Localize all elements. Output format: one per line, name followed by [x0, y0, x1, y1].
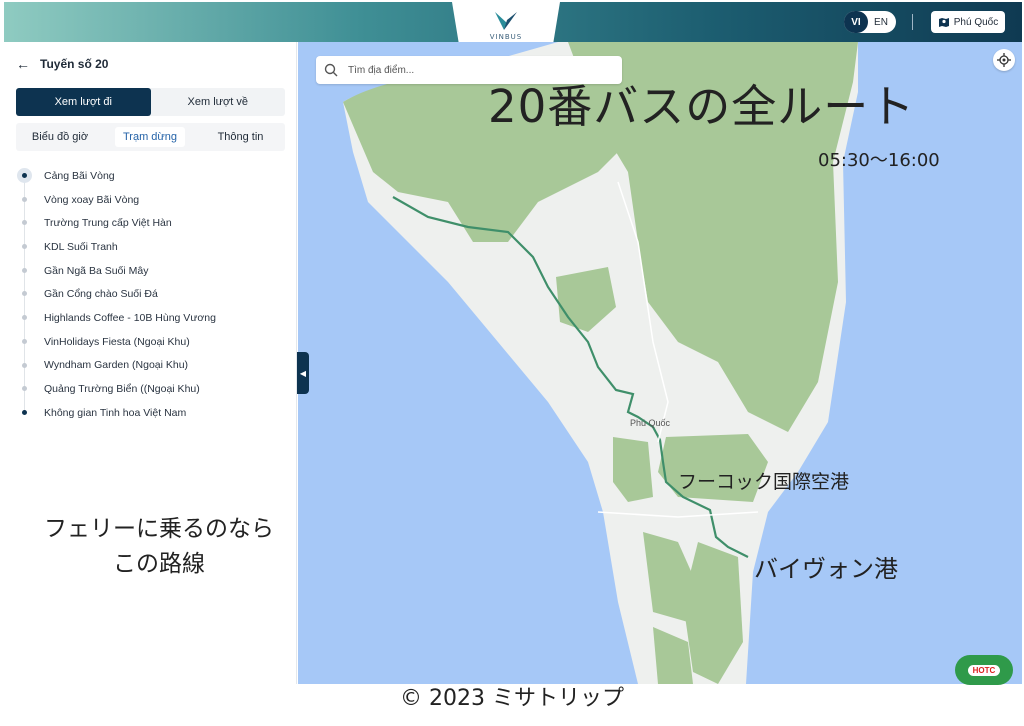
stop-marker-icon	[22, 220, 27, 226]
ferry-note-line2: この路線	[113, 551, 205, 577]
airport-label: フーコック国際空港	[678, 471, 850, 493]
info-tabs: Biểu đồ giờ Trạm dừng Thông tin	[16, 123, 285, 151]
stop-marker-icon	[22, 315, 27, 321]
list-item[interactable]: Không gian Tinh hoa Việt Nam	[14, 401, 284, 425]
region-label: Phú Quốc	[953, 16, 999, 28]
stop-marker-icon	[17, 168, 32, 183]
language-toggle[interactable]: VI EN	[844, 11, 896, 33]
list-item[interactable]: Highlands Coffee - 10B Hùng Vương	[14, 306, 284, 330]
route-sidebar: ← Tuyến số 20 Xem lượt đi Xem lượt về Bi…	[4, 42, 297, 684]
back-arrow-icon[interactable]: ←	[16, 56, 30, 72]
stop-marker-icon	[22, 291, 27, 297]
list-item[interactable]: Vòng xoay Bãi Vòng	[14, 188, 284, 212]
tab-info[interactable]: Thông tin	[196, 131, 285, 143]
tab-outbound[interactable]: Xem lượt đi	[16, 88, 151, 116]
stop-marker-icon	[22, 267, 27, 273]
stop-name: Highlands Coffee - 10B Hùng Vương	[44, 311, 216, 324]
stop-name: KDL Suối Tranh	[44, 240, 118, 253]
ferry-note: フェリーに乗るのなら この路線	[14, 512, 304, 582]
copyright-footer: © 2023 ミサトリップ	[400, 686, 624, 711]
collapse-sidebar-button[interactable]: ◀	[297, 352, 309, 394]
ferry-note-line1: フェリーに乗るのなら	[44, 516, 274, 542]
list-item[interactable]: Quảng Trường Biển ((Ngoại Khu)	[14, 377, 284, 401]
route-header: ← Tuyến số 20	[16, 56, 108, 72]
search-input[interactable]: Tìm địa điểm...	[348, 65, 414, 76]
route-hours: 05:30〜16:00	[818, 150, 940, 171]
list-item[interactable]: Gần Ngã Ba Suối Mây	[14, 259, 284, 283]
stop-list: Cảng Bãi Vòng Vòng xoay Bãi Vòng Trường …	[14, 164, 284, 425]
stop-name: Vòng xoay Bãi Vòng	[44, 193, 140, 206]
logo-text: VINBUS	[489, 32, 523, 41]
stop-name: Không gian Tinh hoa Việt Nam	[44, 406, 187, 419]
list-item[interactable]: KDL Suối Tranh	[14, 235, 284, 259]
route-overlay-title: 20番バスの全ルート	[488, 80, 916, 133]
vinbus-logo-icon	[495, 11, 517, 30]
island-map	[343, 42, 858, 684]
stop-marker-icon	[22, 409, 27, 415]
stop-name: Quảng Trường Biển ((Ngoại Khu)	[44, 383, 200, 396]
hotc-badge-text: HOTC	[967, 664, 1001, 676]
list-item[interactable]: Cảng Bãi Vòng	[14, 164, 284, 188]
region-button[interactable]: Phú Quốc	[931, 11, 1005, 33]
stop-name: Wyndham Garden (Ngoại Khu)	[44, 359, 189, 372]
stop-name: VinHolidays Fiesta (Ngoại Khu)	[44, 335, 190, 348]
stop-name: Trường Trung cấp Việt Hàn	[44, 217, 172, 230]
stop-marker-icon	[22, 244, 27, 250]
header-divider	[912, 14, 913, 30]
locate-icon	[997, 53, 1011, 67]
list-item[interactable]: VinHolidays Fiesta (Ngoại Khu)	[14, 330, 284, 354]
route-title: Tuyến số 20	[40, 57, 109, 71]
list-item[interactable]: Wyndham Garden (Ngoại Khu)	[14, 354, 284, 378]
tab-timetable[interactable]: Biểu đồ giờ	[16, 131, 104, 143]
stop-marker-icon	[22, 338, 27, 344]
tab-return[interactable]: Xem lượt về	[151, 88, 286, 116]
tab-stops[interactable]: Trạm dừng	[114, 127, 186, 147]
list-item[interactable]: Gần Cổng chào Suối Đá	[14, 282, 284, 306]
stop-marker-icon	[22, 386, 27, 392]
map-icon	[938, 17, 949, 27]
search-icon	[324, 63, 338, 77]
hotc-badge: HOTC	[955, 655, 1013, 685]
stop-name: Cảng Bãi Vòng	[44, 169, 115, 182]
stop-name: Gần Ngã Ba Suối Mây	[44, 264, 149, 277]
stop-marker-icon	[22, 362, 27, 368]
town-label: Phú Quốc	[630, 418, 671, 428]
locate-button[interactable]	[993, 49, 1015, 71]
direction-tabs: Xem lượt đi Xem lượt về	[16, 88, 285, 116]
map-canvas[interactable]	[298, 42, 1022, 684]
chevron-left-icon: ◀	[299, 368, 307, 378]
list-item[interactable]: Trường Trung cấp Việt Hàn	[14, 211, 284, 235]
stop-name: Gần Cổng chào Suối Đá	[44, 288, 158, 301]
port-label: バイヴォン港	[754, 555, 898, 583]
lang-vi-option[interactable]: VI	[844, 11, 868, 33]
lang-en-option[interactable]: EN	[868, 17, 894, 28]
stop-marker-icon	[22, 196, 27, 202]
